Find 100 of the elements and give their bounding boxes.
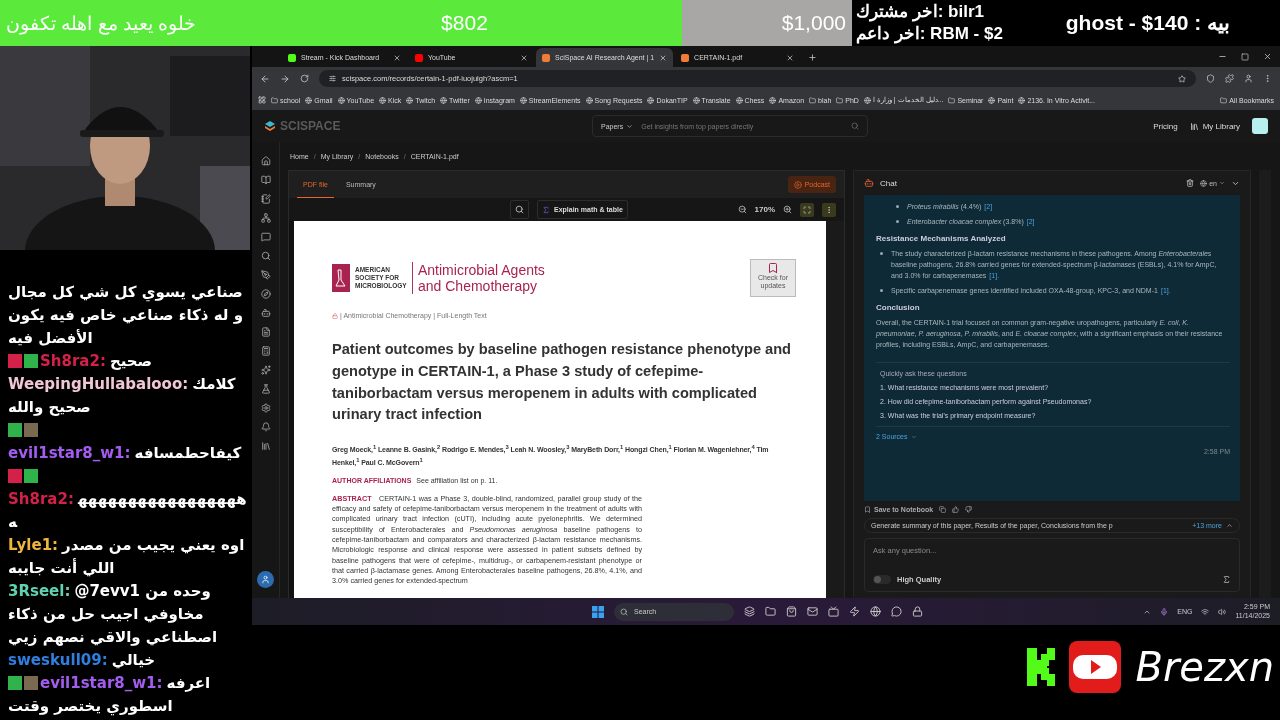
document-icon[interactable] — [260, 327, 271, 337]
restore-icon[interactable] — [1241, 52, 1249, 61]
mail-icon[interactable] — [807, 606, 818, 617]
reload-icon[interactable] — [300, 74, 309, 83]
flask-icon[interactable] — [260, 384, 271, 394]
menu-icon[interactable] — [1263, 74, 1272, 83]
fullscreen-button[interactable] — [800, 202, 814, 217]
apps-icon[interactable] — [258, 96, 266, 104]
avatar[interactable] — [257, 571, 274, 588]
pen-icon[interactable] — [260, 270, 271, 280]
thumbs-up-icon[interactable] — [952, 506, 960, 513]
forward-icon[interactable] — [280, 73, 290, 84]
bookmark-icon — [767, 262, 779, 274]
close-icon[interactable] — [786, 53, 795, 62]
globe-icon — [735, 96, 743, 104]
globe-icon — [305, 96, 313, 104]
globe-icon — [692, 96, 700, 104]
close-icon[interactable] — [520, 53, 528, 62]
folder-icon[interactable] — [765, 606, 776, 617]
folder-icon — [809, 96, 817, 104]
bullet-icon — [880, 252, 883, 255]
browser-icon[interactable] — [870, 606, 881, 617]
bullet-icon — [880, 289, 883, 292]
globe-icon — [988, 96, 996, 104]
answer-heading: Conclusion — [876, 302, 921, 313]
app-icon[interactable] — [828, 606, 839, 617]
bullet-icon — [896, 220, 899, 223]
globe-icon — [1018, 96, 1026, 104]
volume-icon[interactable] — [1218, 607, 1227, 616]
network-icon[interactable] — [1201, 607, 1210, 616]
network-icon[interactable] — [260, 213, 271, 223]
back-icon[interactable] — [260, 73, 270, 84]
search-button[interactable] — [510, 200, 529, 219]
sigma-icon — [542, 205, 550, 214]
shield-icon[interactable] — [1206, 74, 1215, 83]
app-icon[interactable] — [849, 606, 860, 617]
latest-subscriber: اخر مشترك: bilr1 — [856, 1, 986, 23]
settings-icon[interactable] — [260, 403, 271, 413]
youtube-logo-icon — [1067, 638, 1124, 695]
expand-icon[interactable] — [1226, 522, 1233, 529]
more-button[interactable] — [822, 202, 836, 217]
goal-target: $1,000 — [781, 11, 846, 35]
library-icon[interactable] — [260, 441, 271, 451]
folder-icon — [271, 96, 278, 104]
store-icon[interactable] — [786, 606, 797, 617]
app-logo: SCISPACE — [264, 119, 580, 133]
copy-icon[interactable] — [939, 506, 947, 513]
book-icon[interactable] — [260, 175, 271, 185]
article-title: Patient outcomes by baseline pathogen resistance phenotype and genotype in CERTAIN-1, a Phase 3 study of cefepime-taniborbactam versus meropenem in adults with complicated urinary tract infection — [332, 340, 792, 425]
search-icon[interactable] — [260, 251, 271, 261]
bell-icon[interactable] — [260, 422, 271, 432]
globe-icon — [519, 96, 527, 104]
globe-icon — [474, 96, 482, 104]
extensions-icon[interactable] — [1225, 74, 1234, 83]
toggle-switch[interactable] — [873, 575, 891, 584]
zoom-out-icon[interactable] — [737, 205, 747, 214]
scrollbar[interactable] — [826, 221, 844, 598]
journal-name: Antimicrobial Agents and Chemotherapy — [418, 262, 546, 294]
close-icon[interactable] — [659, 53, 668, 62]
channel-name: Brezxn — [1135, 643, 1274, 690]
bookmark-star-icon[interactable] — [1178, 74, 1186, 83]
top-donation: ghost - $140 : بيه — [1065, 11, 1230, 35]
zoom-in-icon[interactable] — [783, 205, 792, 214]
microphone-icon[interactable] — [1160, 607, 1169, 616]
new-tab-icon[interactable] — [808, 53, 818, 62]
task-view-icon[interactable] — [744, 606, 755, 617]
library-icon — [1189, 121, 1199, 131]
globe-icon — [379, 96, 387, 104]
globe-icon — [585, 96, 593, 104]
pricing-link[interactable]: Pricing — [1153, 121, 1178, 131]
user-icon — [261, 575, 270, 584]
open-access-icon — [332, 312, 338, 319]
goal-title: خلوه يعيد مع اهله تكفون — [6, 11, 197, 35]
close-icon[interactable] — [393, 53, 401, 62]
home-icon[interactable] — [260, 156, 271, 166]
sparkles-icon[interactable] — [260, 365, 271, 375]
thumbs-down-icon[interactable] — [965, 506, 973, 513]
caret-icon — [910, 433, 917, 440]
search-icon — [620, 607, 628, 616]
globe-icon — [406, 96, 414, 104]
close-icon[interactable] — [1263, 52, 1272, 61]
library-link[interactable]: My Library — [1189, 121, 1240, 131]
fullscreen-icon — [803, 205, 811, 214]
robot-icon[interactable] — [260, 308, 271, 318]
calculator-icon[interactable] — [260, 346, 271, 356]
more-icon — [825, 205, 833, 214]
trash-icon[interactable] — [1186, 179, 1195, 187]
sigma-icon[interactable] — [1222, 575, 1231, 584]
profile-icon[interactable] — [1244, 74, 1253, 83]
folder-icon — [836, 96, 844, 104]
play-icon — [793, 180, 802, 189]
globe-icon — [647, 96, 655, 104]
zoom-level[interactable]: 170% — [754, 205, 775, 214]
folder-icon — [948, 96, 956, 104]
windows-icon[interactable] — [592, 605, 604, 618]
compass-icon[interactable] — [260, 289, 271, 299]
globe-icon — [769, 96, 777, 104]
goal-current: $802 — [441, 11, 488, 35]
globe-icon — [1200, 179, 1208, 187]
chat-icon[interactable] — [260, 232, 271, 242]
